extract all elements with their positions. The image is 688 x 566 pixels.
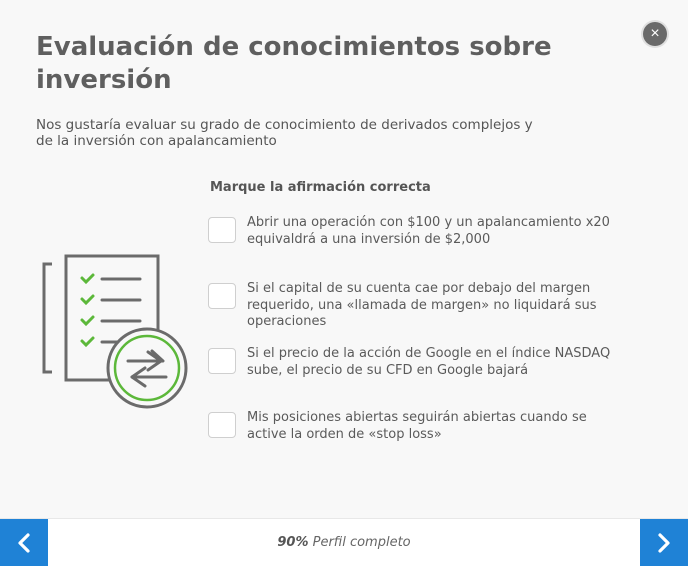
answer-option-1[interactable]: Abrir una operación con $100 y un apalan…	[208, 215, 628, 248]
checklist-exchange-icon	[40, 252, 190, 412]
next-button[interactable]	[640, 519, 688, 566]
page-subtitle: Nos gustaría evaluar su grado de conocim…	[36, 117, 533, 149]
footer-bar: 90% Perfil completo	[0, 518, 688, 566]
answer-text-3: Si el precio de la acción de Google en e…	[247, 346, 611, 378]
answer-checkbox-3[interactable]	[208, 348, 236, 374]
progress-label: Perfil completo	[312, 535, 411, 550]
close-button[interactable]: ×	[643, 22, 667, 46]
profile-progress: 90% Perfil completo	[0, 535, 688, 550]
answer-option-4[interactable]: Mis posiciones abiertas seguirán abierta…	[208, 410, 628, 443]
question-prompt: Marque la afirmación correcta	[210, 180, 431, 195]
progress-value: 90%	[277, 535, 309, 550]
answer-text-1: Abrir una operación con $100 y un apalan…	[247, 215, 610, 247]
answer-text-2: Si el capital de su cuenta cae por debaj…	[247, 281, 597, 329]
chevron-right-icon	[658, 532, 670, 553]
answer-text-4: Mis posiciones abiertas seguirán abierta…	[247, 410, 587, 442]
answer-checkbox-1[interactable]	[208, 217, 236, 243]
page-title: Evaluación de conocimientos sobre invers…	[36, 32, 552, 95]
answer-checkbox-2[interactable]	[208, 283, 236, 309]
close-icon: ×	[650, 25, 660, 42]
answer-checkbox-4[interactable]	[208, 412, 236, 438]
answer-option-3[interactable]: Si el precio de la acción de Google en e…	[208, 346, 628, 379]
answer-option-2[interactable]: Si el capital de su cuenta cae por debaj…	[208, 281, 628, 331]
